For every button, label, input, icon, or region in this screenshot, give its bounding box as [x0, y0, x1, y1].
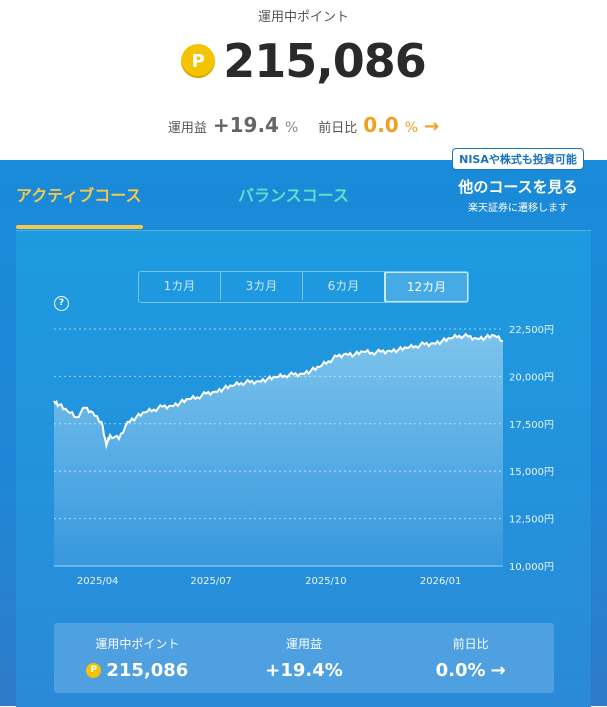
point-coin-icon: P [86, 663, 102, 678]
stats-bar: 運用中ポイント P 215,086 運用益 +19.4% 前日比 0.0% → [54, 623, 554, 693]
stat-gain: 運用益 +19.4% [221, 623, 388, 693]
other-courses-title: 他のコースを見る [458, 178, 578, 196]
chart-card: 1カ月 3カ月 6カ月 12カ月 ? 10,000円 12,500円 15,000円… [16, 230, 591, 707]
arrow-right-icon[interactable]: → [424, 116, 439, 137]
day-change-label: 前日比 [318, 121, 358, 136]
chart-area [54, 334, 503, 566]
tab-active-course[interactable]: アクティブコース [16, 182, 141, 206]
day-change-unit: % [404, 120, 419, 136]
stat-day-label: 前日比 [452, 637, 489, 651]
course-tabs: アクティブコース バランスコース NISAや株式も投資可能 他のコースを見る 楽… [0, 148, 607, 230]
tab-balance-course[interactable]: バランスコース [238, 182, 349, 206]
performance-summary: 運用益 +19.4 % 前日比 0.0 % → [0, 113, 607, 137]
day-change-value: 0.0 [363, 113, 399, 137]
stat-day-value: 0.0% [435, 660, 486, 681]
x-tick-label: 2025/07 [190, 576, 232, 587]
stat-points-value-row: P 215,086 [54, 660, 221, 681]
gain-value: +19.4 [212, 113, 279, 137]
y-tick-label: 22,500円 [509, 325, 554, 336]
stat-points-value: 215,086 [106, 660, 189, 681]
summary-header: 運用中ポイント P 215,086 運用益 +19.4 % 前日比 0.0 % … [0, 0, 607, 160]
gain-label: 運用益 [167, 121, 207, 136]
stat-gain-label: 運用益 [286, 637, 323, 651]
gain-unit: % [284, 120, 299, 136]
course-panel: アクティブコース バランスコース NISAや株式も投資可能 他のコースを見る 楽… [0, 148, 607, 707]
points-caption: 運用中ポイント [257, 10, 349, 25]
stat-day-change: 前日比 0.0% → [387, 623, 554, 693]
stat-gain-value: +19.4% [265, 660, 343, 681]
stat-day-value-row[interactable]: 0.0% → [387, 660, 554, 681]
x-tick-label: 2026/01 [420, 576, 462, 587]
y-tick-label: 20,000円 [509, 372, 554, 383]
other-courses-subtitle: 楽天証券に遷移します [468, 203, 568, 214]
y-tick-label: 17,500円 [509, 420, 554, 431]
point-coin-icon: P [181, 44, 216, 78]
x-tick-label: 2025/04 [77, 576, 119, 587]
active-tab-indicator [16, 225, 143, 229]
other-courses-link[interactable]: NISAや株式も投資可能 他のコースを見る 楽天証券に遷移します [444, 148, 592, 214]
nisa-badge: NISAや株式も投資可能 [452, 148, 584, 170]
y-tick-label: 10,000円 [509, 562, 554, 573]
x-tick-label: 2025/10 [305, 576, 347, 587]
y-tick-label: 12,500円 [509, 515, 554, 526]
balance-row: P 215,086 [0, 34, 607, 88]
y-tick-label: 15,000円 [509, 467, 554, 478]
stat-points-label: 運用中ポイント [95, 637, 180, 651]
stat-points: 運用中ポイント P 215,086 [54, 623, 221, 693]
arrow-right-icon: → [490, 660, 506, 681]
point-balance: 215,086 [223, 34, 427, 88]
performance-chart: 10,000円 12,500円 15,000円 17,500円 20,000円 22,50… [53, 325, 554, 587]
